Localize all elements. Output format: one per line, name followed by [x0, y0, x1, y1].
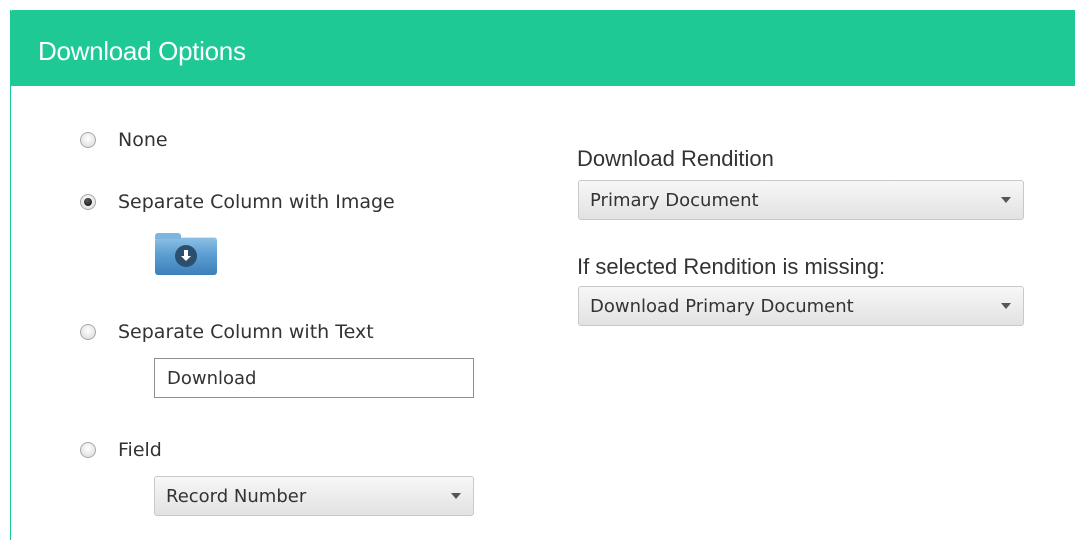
download-options-panel — [10, 10, 1075, 540]
missing-rendition-label: If selected Rendition is missing: — [577, 254, 886, 279]
option-separate-column-text[interactable]: Separate Column with Text — [80, 320, 374, 344]
rendition-select[interactable]: Primary Document — [578, 180, 1024, 220]
rendition-select-value: Primary Document — [590, 189, 759, 211]
field-select-value: Record Number — [166, 485, 307, 507]
radio-separate-column-image[interactable] — [80, 194, 96, 210]
option-none-label: None — [118, 129, 168, 151]
chevron-down-icon — [1001, 197, 1011, 203]
chevron-down-icon — [451, 493, 461, 499]
option-field[interactable]: Field — [80, 438, 162, 462]
radio-none[interactable] — [80, 132, 96, 148]
panel-header: Download Options — [10, 10, 1075, 86]
option-separate-column-image-label: Separate Column with Image — [118, 191, 395, 213]
option-none[interactable]: None — [80, 128, 168, 152]
missing-rendition-select-value: Download Primary Document — [590, 295, 854, 317]
radio-field[interactable] — [80, 442, 96, 458]
missing-rendition-select[interactable]: Download Primary Document — [578, 286, 1024, 326]
option-separate-column-image[interactable]: Separate Column with Image — [80, 190, 395, 214]
download-text-input[interactable] — [154, 358, 474, 398]
rendition-label: Download Rendition — [577, 146, 774, 171]
download-folder-icon — [155, 233, 217, 275]
chevron-down-icon — [1001, 303, 1011, 309]
radio-separate-column-text[interactable] — [80, 324, 96, 340]
option-separate-column-text-label: Separate Column with Text — [118, 321, 374, 343]
option-field-label: Field — [118, 439, 162, 461]
field-select[interactable]: Record Number — [154, 476, 474, 516]
panel-title: Download Options — [38, 36, 246, 66]
